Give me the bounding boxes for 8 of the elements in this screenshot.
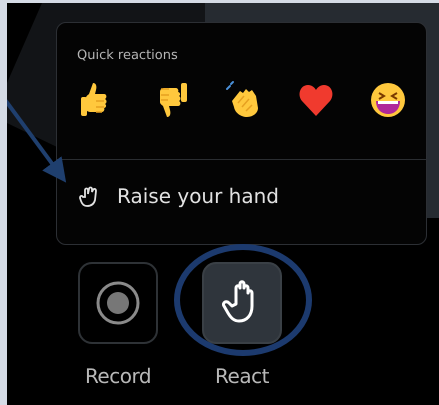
hand-icon [79, 185, 99, 207]
record-icon [95, 280, 141, 326]
button-label: Record [84, 364, 152, 388]
menu-title: Quick reactions [76, 47, 178, 63]
raise-hand-item[interactable]: Raise your hand [79, 184, 279, 208]
button-label: React [215, 364, 269, 388]
record-button[interactable] [78, 262, 158, 344]
react-button[interactable] [202, 262, 282, 344]
